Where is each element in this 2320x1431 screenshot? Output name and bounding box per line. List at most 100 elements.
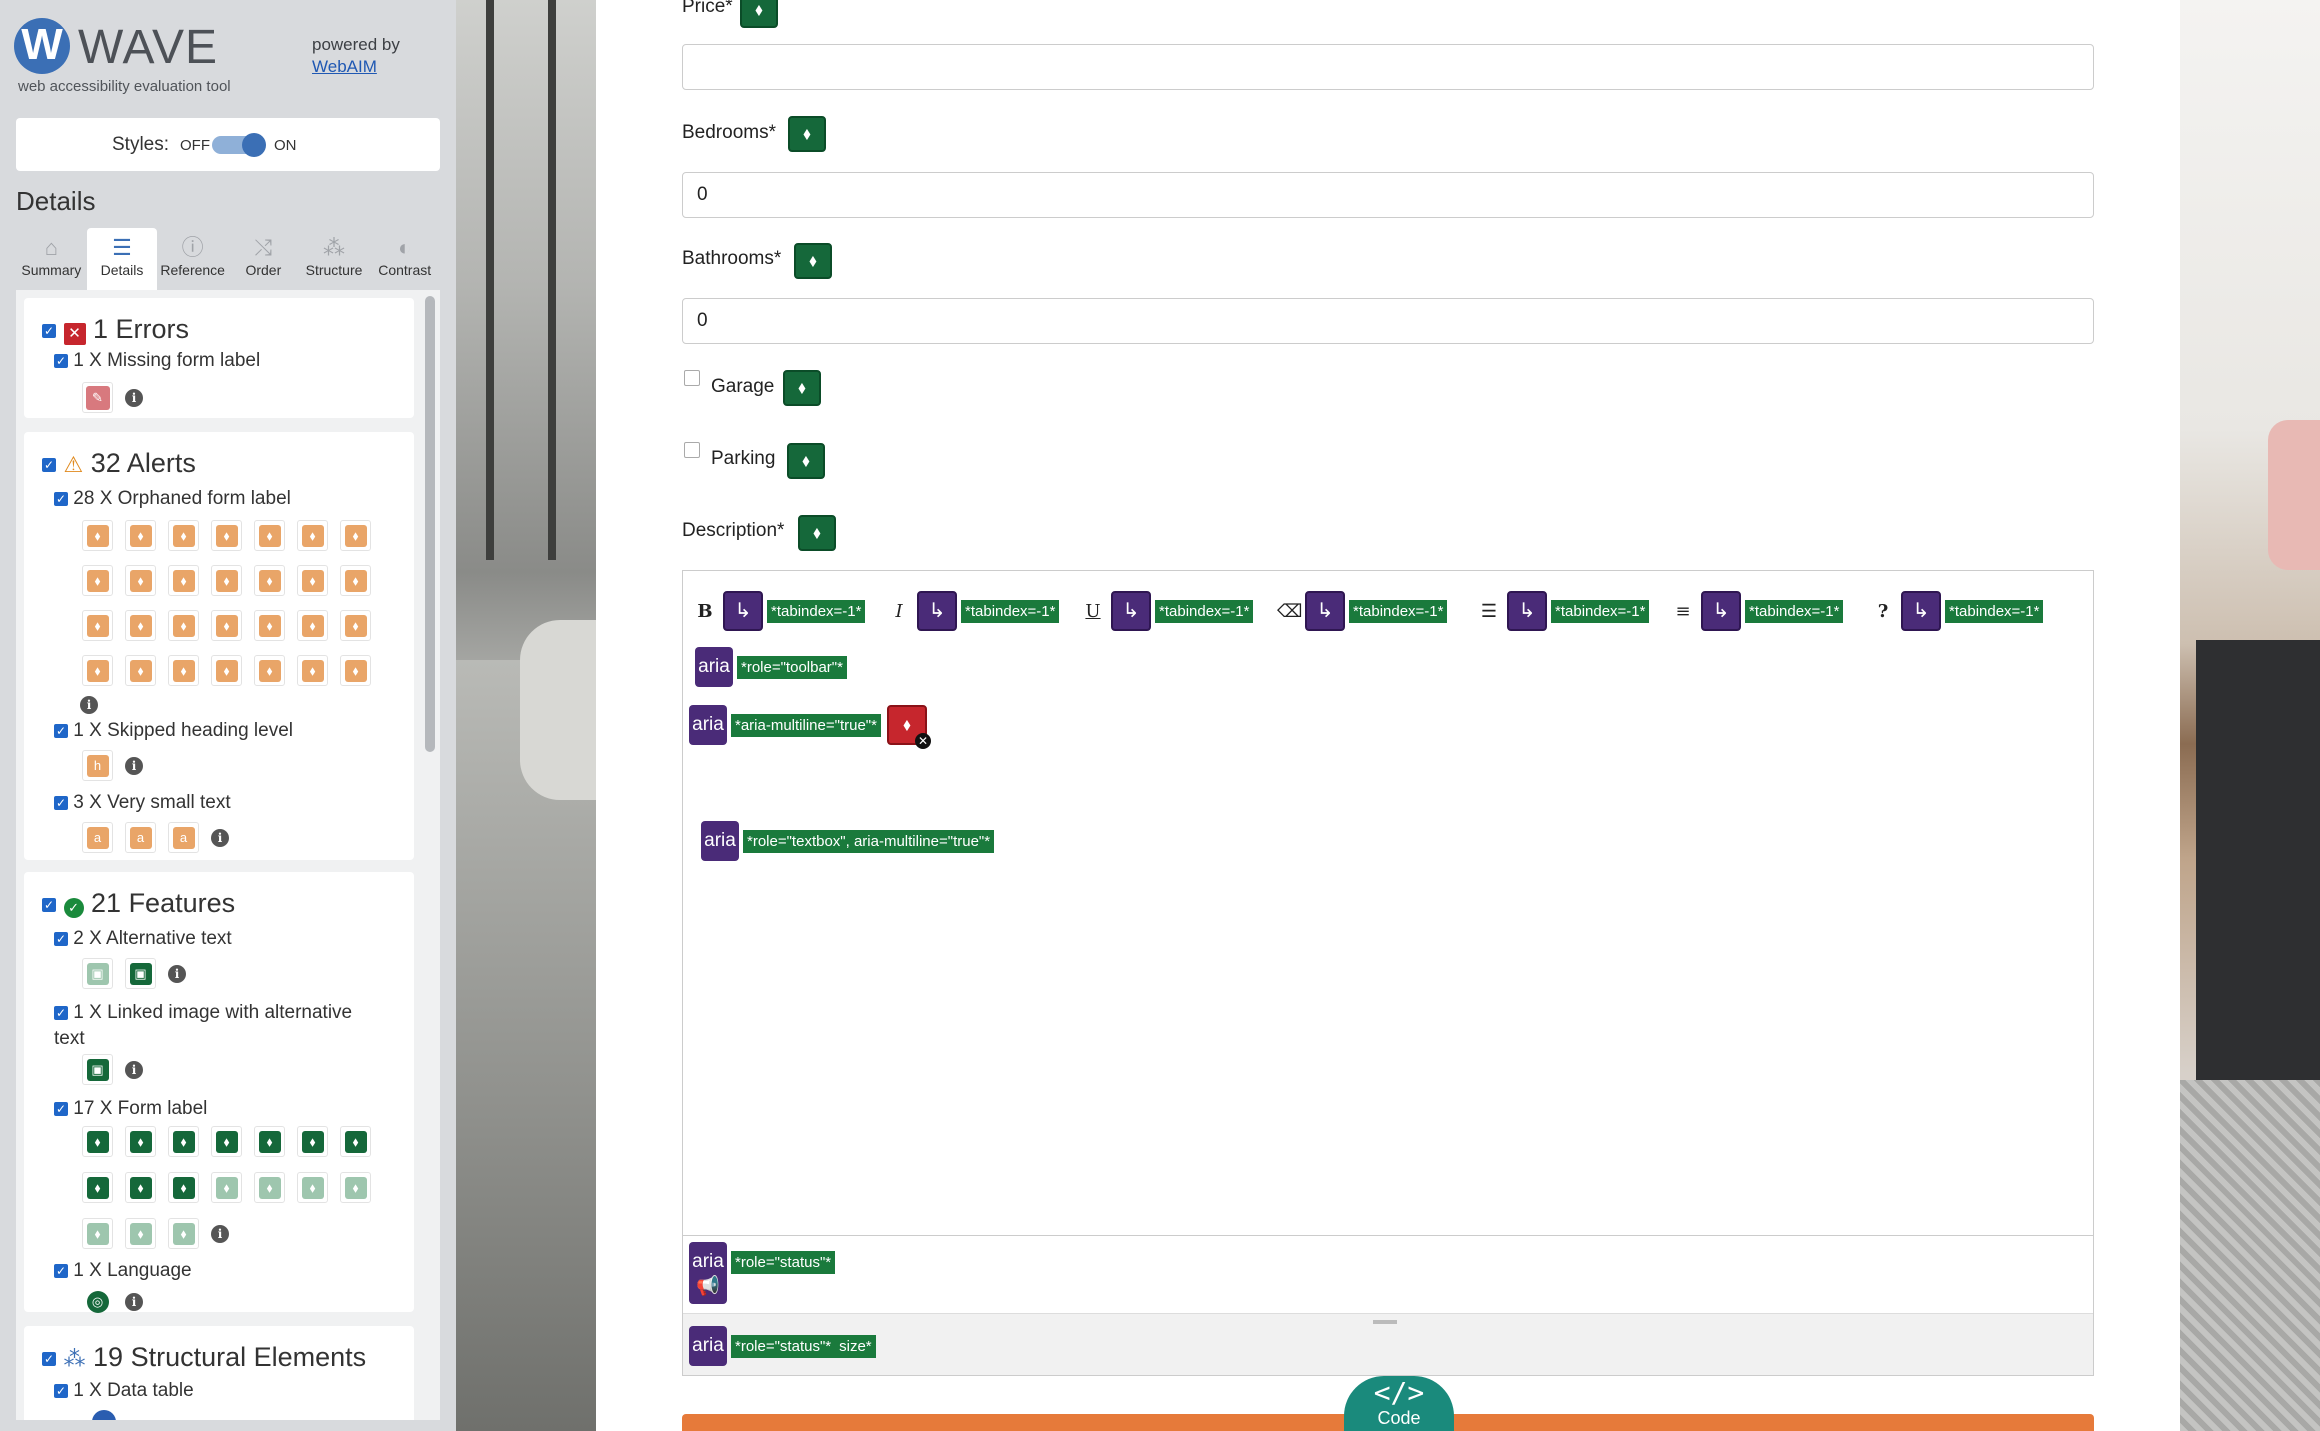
orphaned-label-icon[interactable]: ⬧ xyxy=(211,610,242,641)
alt-text-icon[interactable]: ▣ xyxy=(125,958,156,989)
form-label-icon[interactable]: ⬧ xyxy=(125,1126,156,1157)
orphaned-label-icon[interactable]: ⬧ xyxy=(340,565,371,596)
form-label-icon[interactable]: ⬧ xyxy=(168,1172,199,1203)
data-table-checkbox[interactable]: ✓ xyxy=(54,1383,68,1398)
form-label-icon[interactable]: ⬧ xyxy=(82,1172,113,1203)
missing-label-checkbox[interactable]: ✓ xyxy=(54,353,68,368)
form-label-icon[interactable]: ⬧ xyxy=(211,1172,242,1203)
info-icon[interactable]: i xyxy=(125,756,143,775)
form-label-icon[interactable]: ⬧ xyxy=(254,1126,285,1157)
form-label-icon[interactable]: ⬧ xyxy=(297,1126,328,1157)
features-checkbox[interactable]: ✓ xyxy=(42,897,56,912)
alt-text-icon[interactable]: ▣ xyxy=(82,958,113,989)
tabindex-icon[interactable]: ↳ xyxy=(1507,591,1547,631)
numbered-list-button[interactable]: ≡ ↳ *tabindex=-1* xyxy=(1673,591,1844,631)
orphaned-label-icon[interactable]: ⬧ xyxy=(297,655,328,686)
webaim-link[interactable]: WebAIM xyxy=(312,57,377,76)
orphaned-label-icon[interactable]: ⬧ xyxy=(82,520,113,551)
form-label-icon[interactable]: ⬧ xyxy=(340,1172,371,1203)
orphaned-label-icon[interactable]: ⬧ xyxy=(125,520,156,551)
orphaned-label-icon[interactable]: ⬧ xyxy=(254,610,285,641)
form-label-icon[interactable]: ⬧ xyxy=(82,1218,113,1249)
errors-checkbox[interactable]: ✓ xyxy=(42,323,56,338)
orphaned-label-icon[interactable]: ⬧ xyxy=(125,610,156,641)
orphaned-checkbox[interactable]: ✓ xyxy=(54,491,68,506)
form-label-icon[interactable]: ⬧ xyxy=(254,1172,285,1203)
tabindex-icon[interactable]: ↳ xyxy=(723,591,763,631)
code-toggle-button[interactable]: </> Code xyxy=(1344,1376,1454,1431)
small-text-icon[interactable]: a xyxy=(82,822,113,853)
data-table-icon[interactable] xyxy=(92,1410,116,1420)
bold-button[interactable]: B ↳ *tabindex=-1* xyxy=(695,591,866,631)
alerts-checkbox[interactable]: ✓ xyxy=(42,457,56,472)
aria-icon[interactable]: aria xyxy=(689,705,727,745)
language-checkbox[interactable]: ✓ xyxy=(54,1263,68,1278)
orphaned-label-icon[interactable]: ⬧ xyxy=(82,610,113,641)
orphaned-label-icon[interactable]: ⬧ xyxy=(82,655,113,686)
tabindex-icon[interactable]: ↳ xyxy=(1111,591,1151,631)
orphaned-label-icon[interactable]: ⬧ xyxy=(254,520,285,551)
language-globe-icon[interactable]: ◎ xyxy=(82,1286,113,1317)
tabindex-icon[interactable]: ↳ xyxy=(917,591,957,631)
info-icon[interactable]: i xyxy=(80,696,98,714)
orphaned-label-icon[interactable]: ⬧ xyxy=(168,610,199,641)
form-label-checkbox[interactable]: ✓ xyxy=(54,1101,68,1116)
clear-format-button[interactable]: ⌫ ↳ *tabindex=-1* xyxy=(1277,591,1448,631)
form-label-icon[interactable]: ⬧ xyxy=(82,1126,113,1157)
underline-button[interactable]: U ↳ *tabindex=-1* xyxy=(1083,591,1254,631)
skipped-heading-icon[interactable]: h xyxy=(82,750,113,781)
aria-icon[interactable]: aria xyxy=(701,821,739,861)
tab-reference[interactable]: ⓘ Reference xyxy=(157,228,228,290)
small-text-icon[interactable]: a xyxy=(168,822,199,853)
styles-toggle[interactable] xyxy=(212,133,266,157)
form-label-tag-icon[interactable]: ⬧ xyxy=(788,116,826,152)
info-icon[interactable]: i xyxy=(168,964,186,983)
bathrooms-input[interactable]: 0 xyxy=(682,298,2094,344)
orphaned-label-icon[interactable]: ⬧ xyxy=(254,655,285,686)
info-icon[interactable]: i xyxy=(125,388,143,407)
orphaned-label-icon[interactable]: ⬧ xyxy=(254,565,285,596)
structural-checkbox[interactable]: ✓ xyxy=(42,1351,56,1366)
megaphone-icon[interactable]: 📢 xyxy=(689,1270,727,1304)
sidebar-scrollbar[interactable] xyxy=(425,296,435,752)
info-icon[interactable]: i xyxy=(211,828,229,847)
garage-checkbox[interactable] xyxy=(684,370,700,386)
small-text-icon[interactable]: a xyxy=(125,822,156,853)
linked-image-checkbox[interactable]: ✓ xyxy=(54,1005,68,1020)
orphaned-label-icon[interactable]: ⬧ xyxy=(211,565,242,596)
form-label-icon[interactable]: ⬧ xyxy=(297,1172,328,1203)
tab-details[interactable]: ☰ Details xyxy=(86,228,158,290)
orphaned-label-icon[interactable]: ⬧ xyxy=(82,565,113,596)
orphaned-label-icon[interactable]: ⬧ xyxy=(168,520,199,551)
form-label-icon[interactable]: ⬧ xyxy=(211,1126,242,1157)
form-label-tag-icon[interactable]: ⬧ xyxy=(740,0,778,28)
form-label-tag-icon[interactable]: ⬧ xyxy=(787,443,825,479)
form-label-tag-icon[interactable]: ⬧ xyxy=(783,370,821,406)
orphaned-label-icon[interactable]: ⬧ xyxy=(297,520,328,551)
skipped-heading-checkbox[interactable]: ✓ xyxy=(54,723,68,738)
orphaned-label-icon[interactable]: ⬧ xyxy=(340,520,371,551)
form-label-icon[interactable]: ⬧ xyxy=(125,1218,156,1249)
small-text-checkbox[interactable]: ✓ xyxy=(54,795,68,810)
tab-summary[interactable]: ⌂ Summary xyxy=(16,228,87,290)
missing-label-icon[interactable]: ✎ xyxy=(82,382,113,413)
orphaned-label-icon[interactable]: ⬧ xyxy=(211,520,242,551)
help-button[interactable]: ? ↳ *tabindex=-1* xyxy=(1873,591,2044,631)
form-label-tag-icon[interactable]: ⬧ xyxy=(798,515,836,551)
orphaned-label-icon[interactable]: ⬧ xyxy=(168,565,199,596)
resize-handle[interactable] xyxy=(1373,1320,1397,1324)
orphaned-label-icon[interactable]: ⬧ xyxy=(297,610,328,641)
tab-structure[interactable]: ⁂ Structure xyxy=(299,228,370,290)
parking-checkbox[interactable] xyxy=(684,442,700,458)
price-input[interactable] xyxy=(682,44,2094,90)
orphaned-label-icon[interactable]: ⬧ xyxy=(340,610,371,641)
orphaned-label-icon[interactable]: ⬧ xyxy=(211,655,242,686)
alt-text-checkbox[interactable]: ✓ xyxy=(54,931,68,946)
form-label-icon[interactable]: ⬧ xyxy=(168,1218,199,1249)
orphaned-label-icon[interactable]: ⬧ xyxy=(168,655,199,686)
italic-button[interactable]: I ↳ *tabindex=-1* xyxy=(889,591,1060,631)
orphaned-label-icon[interactable]: ⬧ xyxy=(125,655,156,686)
tab-order[interactable]: ⤭ Order xyxy=(228,228,299,290)
bedrooms-input[interactable]: 0 xyxy=(682,172,2094,218)
aria-icon[interactable]: aria xyxy=(695,647,733,687)
